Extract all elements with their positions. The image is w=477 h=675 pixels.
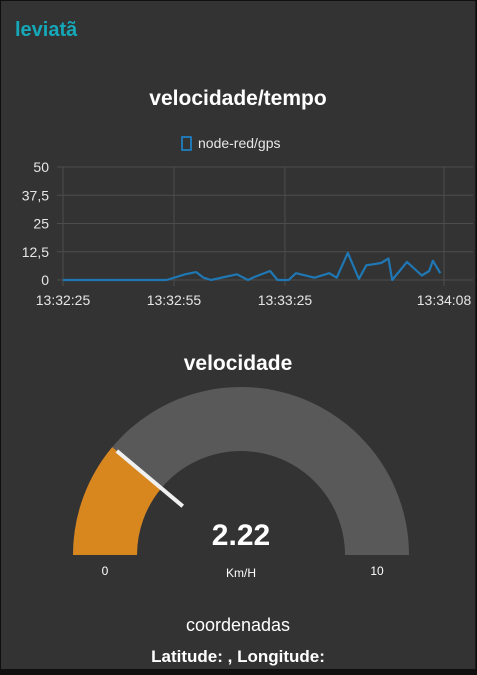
gauge-title: velocidade	[183, 352, 293, 375]
x-tick-label: 13:32:55	[147, 292, 202, 308]
x-tick-label: 13:32:25	[36, 292, 91, 308]
gauge-max-label: 10	[370, 564, 384, 578]
y-tick-label: 25	[33, 216, 49, 232]
gauge-min-label: 0	[102, 564, 109, 578]
dashboard-panel: leviatã velocidade/tempo node-red/gps 50…	[1, 1, 476, 669]
gauge-units: Km/H	[226, 566, 256, 580]
chart-title: velocidade/tempo	[149, 87, 327, 110]
coords-value: Latitude: , Longitude:	[151, 647, 325, 666]
y-tick-label: 50	[33, 159, 49, 175]
legend-swatch	[181, 135, 192, 151]
x-tick-label: 13:33:25	[258, 292, 313, 308]
speed-gauge: 2.22 Km/H 0 10	[73, 387, 409, 580]
coords-title: coordenadas	[185, 615, 291, 635]
series-line	[63, 251, 442, 282]
group-title: leviatã	[15, 19, 78, 41]
y-tick-label: 37,5	[22, 187, 49, 203]
legend-label: node-red/gps	[198, 135, 281, 151]
chart-legend[interactable]: node-red/gps	[181, 135, 281, 151]
y-tick-label: 12,5	[22, 244, 49, 260]
gauge-value: 2.22	[212, 519, 270, 552]
x-tick-label: 13:34:08	[417, 292, 472, 308]
y-tick-label: 0	[41, 272, 49, 288]
line-chart[interactable]: 50 37,5 25 12,5 0 13:32:25 13:32:55 13:33:25 13:…	[1, 151, 475, 311]
